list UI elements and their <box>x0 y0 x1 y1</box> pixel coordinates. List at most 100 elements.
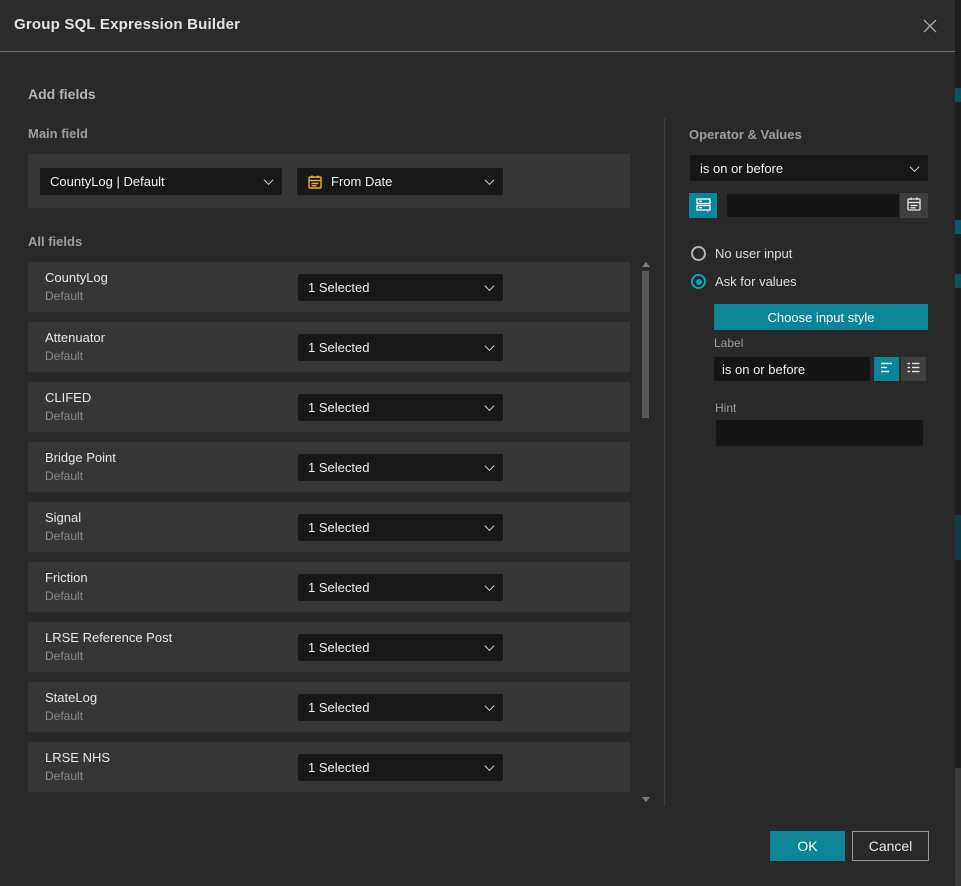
field-values-select[interactable]: 1 Selected <box>298 274 503 301</box>
field-row-lrse-nhs: LRSE NHS Default 1 Selected <box>28 742 630 792</box>
field-row-lrse-reference-post: LRSE Reference Post Default 1 Selected <box>28 622 630 672</box>
field-values-select[interactable]: 1 Selected <box>298 634 503 661</box>
field-name: Signal <box>45 510 81 525</box>
field-values-select[interactable]: 1 Selected <box>298 574 503 601</box>
background-fragment <box>955 274 961 288</box>
value-input[interactable] <box>727 194 899 217</box>
field-sublabel: Default <box>45 649 83 663</box>
field-values-select-value: 1 Selected <box>308 520 478 535</box>
field-values-select-value: 1 Selected <box>308 580 478 595</box>
chevron-down-icon <box>485 401 495 411</box>
chevron-down-icon <box>264 175 274 185</box>
field-sublabel: Default <box>45 529 83 543</box>
field-sublabel: Default <box>45 289 83 303</box>
chevron-down-icon <box>485 641 495 651</box>
date-picker-button[interactable] <box>900 193 928 218</box>
main-field-container: CountyLog | Default From Date <box>28 154 630 208</box>
hint-input[interactable] <box>716 420 923 446</box>
field-name: LRSE Reference Post <box>45 630 172 645</box>
chevron-down-icon <box>485 341 495 351</box>
scrollbar-thumb[interactable] <box>642 271 649 418</box>
field-values-select[interactable]: 1 Selected <box>298 694 503 721</box>
field-values-select[interactable]: 1 Selected <box>298 514 503 541</box>
main-field-select[interactable]: From Date <box>297 168 503 195</box>
stacked-rows-icon <box>695 196 712 216</box>
label-field-label: Label <box>714 336 743 350</box>
field-values-select[interactable]: 1 Selected <box>298 334 503 361</box>
label-input[interactable] <box>714 357 870 381</box>
scroll-down-icon[interactable] <box>642 797 650 802</box>
all-fields-label: All fields <box>28 234 82 249</box>
field-sublabel: Default <box>45 469 83 483</box>
operator-select[interactable]: is on or before <box>690 155 928 181</box>
field-sublabel: Default <box>45 589 83 603</box>
field-name: CLIFED <box>45 390 91 405</box>
chevron-down-icon <box>485 521 495 531</box>
background-fragment <box>955 768 961 886</box>
unique-values-button[interactable] <box>689 193 717 218</box>
main-field-label: Main field <box>28 126 88 141</box>
field-name: LRSE NHS <box>45 750 110 765</box>
fields-list-scrollbar[interactable] <box>640 258 652 806</box>
cancel-button[interactable]: Cancel <box>852 831 929 861</box>
field-row-statelog: StateLog Default 1 Selected <box>28 682 630 732</box>
field-values-select-value: 1 Selected <box>308 280 478 295</box>
background-fragment <box>955 515 961 560</box>
field-sublabel: Default <box>45 709 83 723</box>
radio-circle-icon <box>691 246 706 261</box>
radio-no-user-input[interactable]: No user input <box>691 246 792 261</box>
dialog-title: Group SQL Expression Builder <box>14 16 240 33</box>
scroll-up-icon[interactable] <box>642 262 650 267</box>
choose-input-style-button[interactable]: Choose input style <box>714 304 928 330</box>
field-sublabel: Default <box>45 409 83 423</box>
field-values-select[interactable]: 1 Selected <box>298 754 503 781</box>
radio-label: Ask for values <box>715 274 797 289</box>
field-name: Bridge Point <box>45 450 116 465</box>
chevron-down-icon <box>485 761 495 771</box>
field-values-select-value: 1 Selected <box>308 460 478 475</box>
field-row-bridge-point: Bridge Point Default 1 Selected <box>28 442 630 492</box>
operator-values-heading: Operator & Values <box>689 127 802 142</box>
field-values-select-value: 1 Selected <box>308 760 478 775</box>
field-name: CountyLog <box>45 270 108 285</box>
chevron-down-icon <box>485 281 495 291</box>
chevron-down-icon <box>485 581 495 591</box>
field-row-friction: Friction Default 1 Selected <box>28 562 630 612</box>
field-name: Friction <box>45 570 88 585</box>
dialog-header: Group SQL Expression Builder <box>0 0 955 52</box>
close-icon[interactable] <box>921 17 939 35</box>
field-name: StateLog <box>45 690 97 705</box>
chevron-down-icon <box>910 162 920 172</box>
field-sublabel: Default <box>45 349 83 363</box>
field-values-select-value: 1 Selected <box>308 400 478 415</box>
radio-circle-checked-icon <box>691 274 706 289</box>
single-line-style-toggle[interactable] <box>874 357 899 381</box>
layer-select[interactable]: CountyLog | Default <box>40 168 282 195</box>
field-values-select[interactable]: 1 Selected <box>298 394 503 421</box>
field-row-countylog: CountyLog Default 1 Selected <box>28 262 630 312</box>
chevron-down-icon <box>485 461 495 471</box>
calendar-icon <box>906 196 922 215</box>
field-values-select[interactable]: 1 Selected <box>298 454 503 481</box>
ok-button[interactable]: OK <box>770 831 845 861</box>
list-icon <box>906 360 921 378</box>
field-name: Attenuator <box>45 330 105 345</box>
layer-select-value: CountyLog | Default <box>50 174 257 189</box>
hint-field-label: Hint <box>715 401 736 415</box>
panel-divider <box>664 118 665 806</box>
field-values-select-value: 1 Selected <box>308 640 478 655</box>
all-fields-list: CountyLog Default 1 Selected Attenuator … <box>28 262 630 802</box>
list-style-toggle[interactable] <box>901 357 926 381</box>
field-row-signal: Signal Default 1 Selected <box>28 502 630 552</box>
field-sublabel: Default <box>45 769 83 783</box>
field-values-select-value: 1 Selected <box>308 340 478 355</box>
field-row-attenuator: Attenuator Default 1 Selected <box>28 322 630 372</box>
main-field-select-value: From Date <box>331 174 478 189</box>
group-sql-expression-builder-dialog: Group SQL Expression Builder Add fields … <box>0 0 961 886</box>
operator-select-value: is on or before <box>700 161 903 176</box>
add-fields-heading: Add fields <box>28 86 96 102</box>
radio-ask-for-values[interactable]: Ask for values <box>691 274 797 289</box>
calendar-icon <box>307 174 323 190</box>
chevron-down-icon <box>485 701 495 711</box>
chevron-down-icon <box>485 175 495 185</box>
